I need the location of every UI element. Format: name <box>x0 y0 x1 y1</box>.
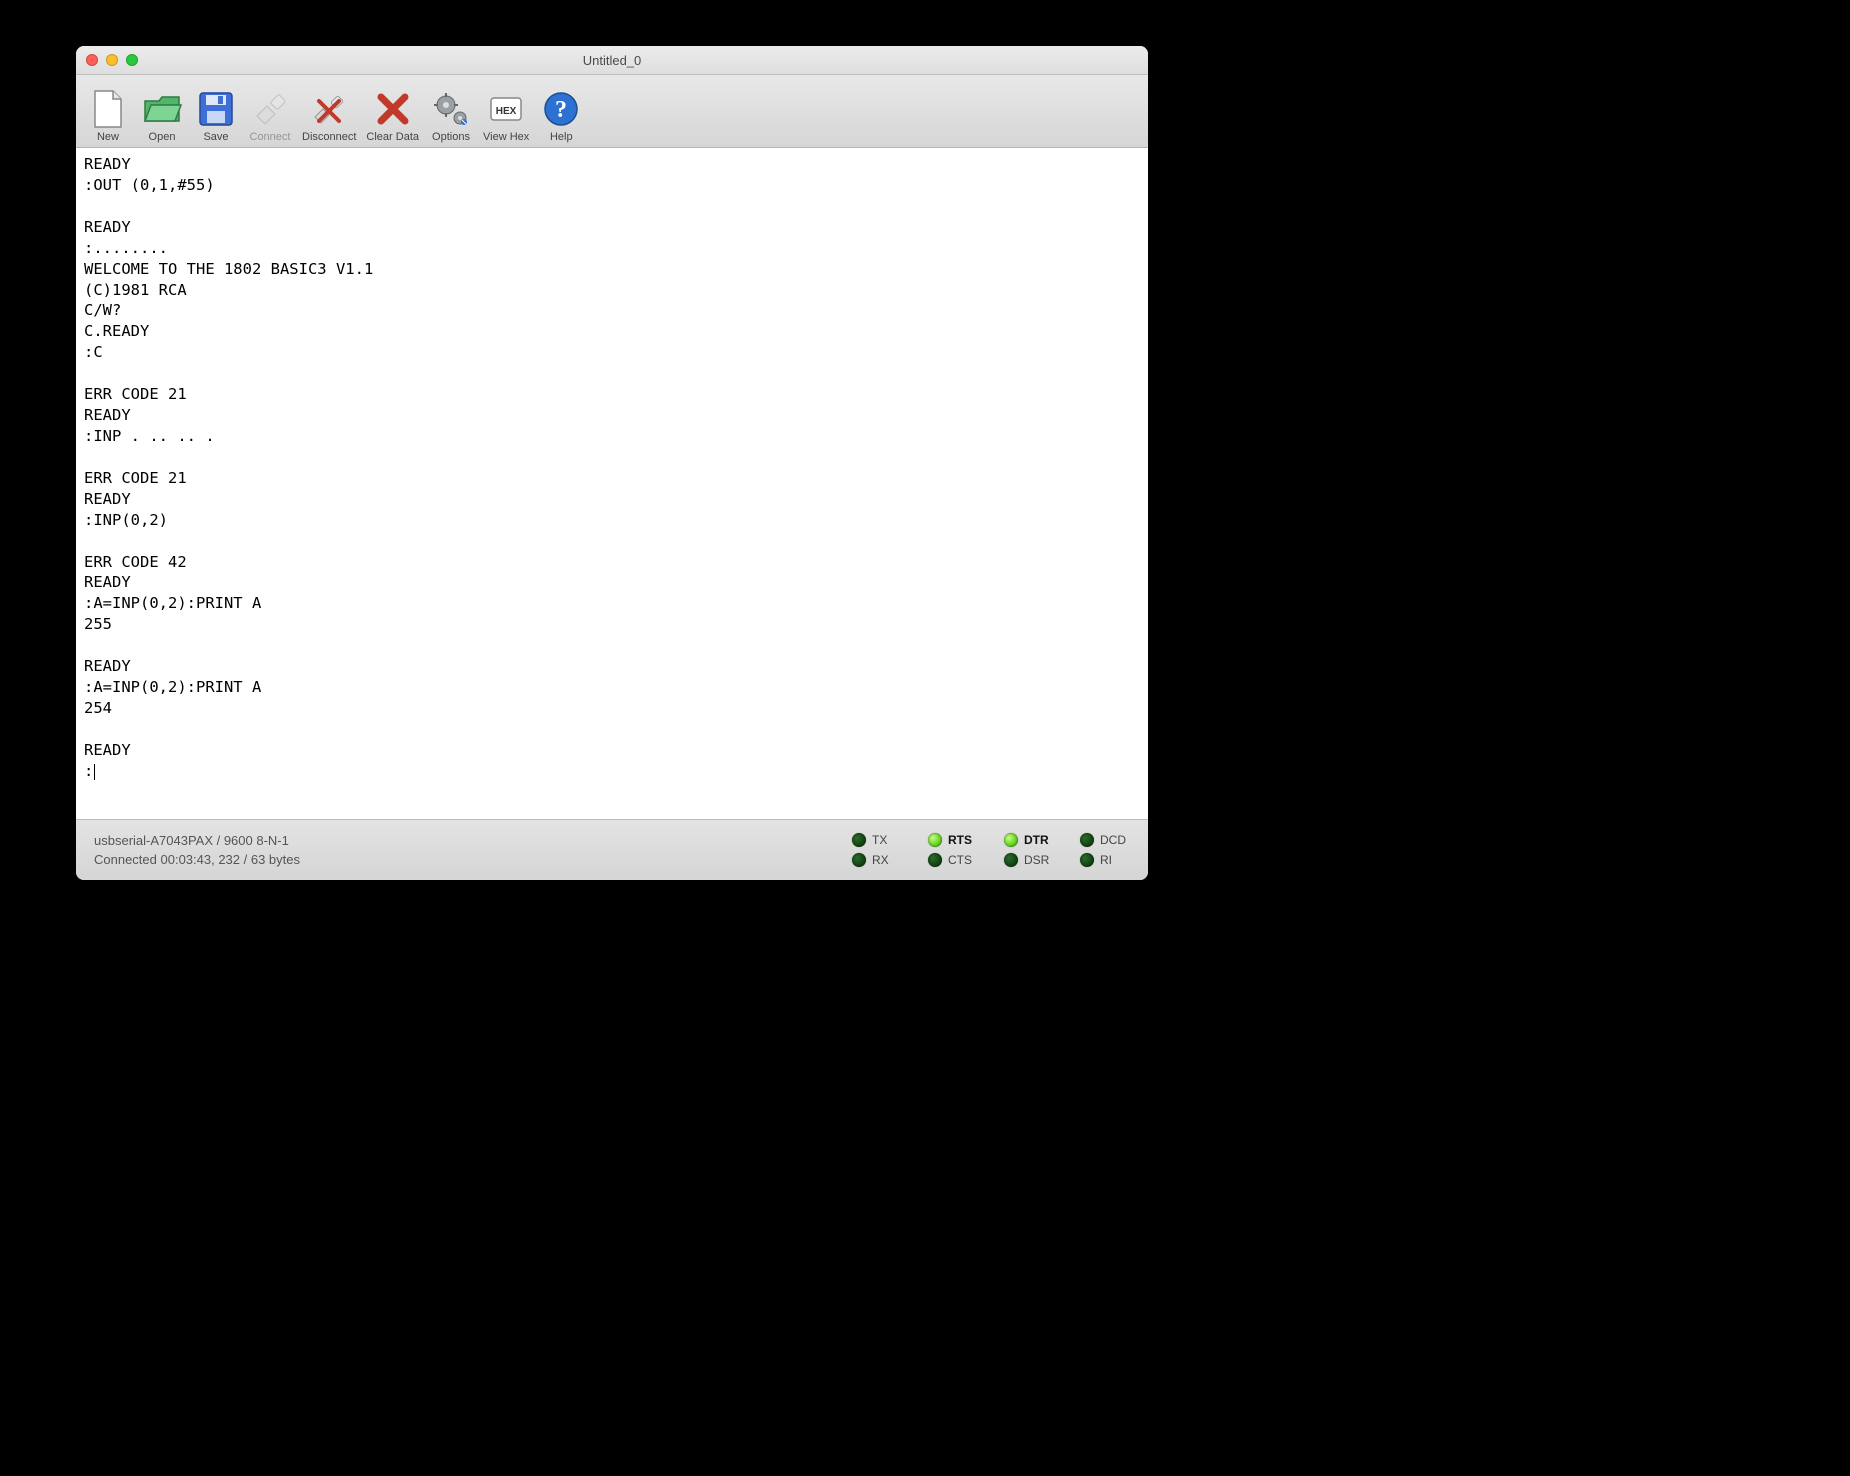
options-label: Options <box>432 131 470 143</box>
open-button[interactable]: Open <box>136 89 188 143</box>
toolbar: New Open Save Connect <box>76 75 1148 148</box>
new-button[interactable]: New <box>82 89 134 143</box>
led-panel: TX RX RTS CTS DTR DSR DCD RI <box>852 833 1130 867</box>
status-connection: Connected 00:03:43, 232 / 63 bytes <box>94 852 852 867</box>
help-label: Help <box>550 131 573 143</box>
serial-terminal-window: Untitled_0 New Open Save <box>76 46 1148 880</box>
options-gears-icon <box>431 89 471 129</box>
clear-label: Clear Data <box>366 131 419 143</box>
new-label: New <box>97 131 119 143</box>
led-indicator-icon <box>928 833 942 847</box>
led-cts: CTS <box>928 853 978 867</box>
close-icon[interactable] <box>86 54 98 66</box>
status-text: usbserial-A7043PAX / 9600 8-N-1 Connecte… <box>94 833 852 867</box>
led-ri: RI <box>1080 853 1130 867</box>
statusbar: usbserial-A7043PAX / 9600 8-N-1 Connecte… <box>76 819 1148 880</box>
connect-label: Connect <box>250 131 291 143</box>
led-indicator-icon <box>928 853 942 867</box>
titlebar[interactable]: Untitled_0 <box>76 46 1148 75</box>
new-file-icon <box>88 89 128 129</box>
led-indicator-icon <box>1080 853 1094 867</box>
led-indicator-icon <box>852 833 866 847</box>
terminal-text: READY :OUT (0,1,#55) READY :........ WEL… <box>84 155 373 780</box>
save-label: Save <box>203 131 228 143</box>
led-dsr: DSR <box>1004 853 1054 867</box>
svg-text:?: ? <box>555 97 567 123</box>
window-controls <box>86 54 138 66</box>
disconnect-button[interactable]: Disconnect <box>298 89 360 143</box>
open-folder-icon <box>142 89 182 129</box>
led-rts[interactable]: RTS <box>928 833 978 847</box>
view-hex-button[interactable]: HEX View Hex <box>479 89 533 143</box>
led-indicator-icon <box>1004 833 1018 847</box>
led-tx: TX <box>852 833 902 847</box>
hex-icon: HEX <box>486 89 526 129</box>
connect-plug-icon <box>250 89 290 129</box>
svg-text:HEX: HEX <box>496 106 517 117</box>
led-indicator-icon <box>852 853 866 867</box>
cursor-icon <box>94 764 95 780</box>
disconnect-label: Disconnect <box>302 131 356 143</box>
terminal-output[interactable]: READY :OUT (0,1,#55) READY :........ WEL… <box>76 148 1148 819</box>
status-port: usbserial-A7043PAX / 9600 8-N-1 <box>94 833 852 848</box>
zoom-icon[interactable] <box>126 54 138 66</box>
viewhex-label: View Hex <box>483 131 529 143</box>
desktop: Untitled_0 New Open Save <box>0 0 1850 1476</box>
clear-x-icon <box>373 89 413 129</box>
led-dtr[interactable]: DTR <box>1004 833 1054 847</box>
minimize-icon[interactable] <box>106 54 118 66</box>
disconnect-plug-icon <box>309 89 349 129</box>
window-title: Untitled_0 <box>76 53 1148 68</box>
led-indicator-icon <box>1080 833 1094 847</box>
help-button[interactable]: ? Help <box>535 89 587 143</box>
save-button[interactable]: Save <box>190 89 242 143</box>
led-dcd: DCD <box>1080 833 1130 847</box>
save-floppy-icon <box>196 89 236 129</box>
clear-data-button[interactable]: Clear Data <box>362 89 423 143</box>
led-indicator-icon <box>1004 853 1018 867</box>
connect-button: Connect <box>244 89 296 143</box>
open-label: Open <box>149 131 176 143</box>
led-rx: RX <box>852 853 902 867</box>
help-icon: ? <box>541 89 581 129</box>
options-button[interactable]: Options <box>425 89 477 143</box>
